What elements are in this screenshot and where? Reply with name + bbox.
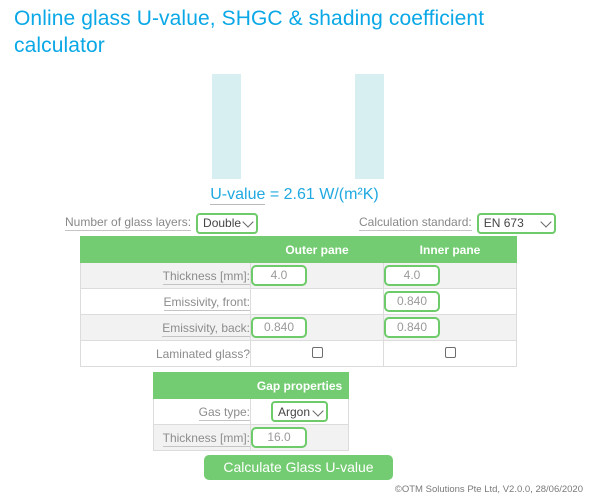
outer-emissivity-back-cell: 0.840: [250, 314, 384, 341]
glass-layers-control: Number of glass layers: Double: [65, 212, 259, 234]
chevron-down-icon: [312, 404, 324, 417]
pane-properties-table: Outer pane Inner pane Thickness [mm]: 4.…: [80, 236, 517, 367]
inner-laminated-checkbox[interactable]: [444, 346, 456, 358]
table-row: Emissivity, front: 0.840: [80, 288, 517, 315]
inner-emissivity-back-input[interactable]: 0.840: [384, 317, 440, 338]
glass-layers-label: Number of glass layers:: [65, 215, 192, 231]
gap-properties-table: Gap properties Gas type: Argon Thickness…: [153, 372, 349, 451]
row-label-gas-type: Gas type:: [153, 398, 251, 425]
gap-thickness-input[interactable]: 16.0: [251, 427, 307, 448]
table-row: Thickness [mm]: 4.0 4.0: [80, 262, 517, 289]
outer-glass-pane: [212, 74, 241, 179]
inner-glass-pane: [355, 74, 384, 179]
inner-emissivity-front-cell: 0.840: [383, 288, 517, 315]
table-row: Laminated glass?: [80, 340, 517, 367]
outer-laminated-checkbox[interactable]: [311, 346, 323, 358]
row-label-emissivity-front: Emissivity, front:: [80, 288, 251, 315]
outer-pane-header: Outer pane: [250, 236, 384, 263]
row-label-thickness: Thickness [mm]:: [80, 262, 251, 289]
calculation-standard-control: Calculation standard: EN 673: [359, 212, 556, 234]
table-row: Gas type: Argon: [153, 398, 349, 425]
chevron-down-icon: [540, 216, 552, 228]
row-label-laminated-glass: Laminated glass?: [80, 340, 251, 367]
glass-assembly-diagram: [0, 74, 589, 180]
table-row: Thickness [mm]: 16.0: [153, 424, 349, 451]
outer-thickness-input[interactable]: 4.0: [251, 265, 307, 286]
gap-properties-header: Gap properties: [250, 372, 349, 399]
glass-layers-value: Double: [203, 216, 242, 230]
chevron-down-icon: [242, 216, 254, 228]
inner-thickness-input[interactable]: 4.0: [384, 265, 440, 286]
glass-layers-select[interactable]: Double: [196, 212, 259, 234]
inner-emissivity-back-cell: 0.840: [383, 314, 517, 341]
inner-laminated-cell: [383, 340, 517, 367]
row-label-gap-thickness: Thickness [mm]:: [153, 424, 251, 451]
table-header-row: Outer pane Inner pane: [80, 236, 517, 263]
u-value-term-label: U-value: [210, 186, 266, 205]
gas-type-select[interactable]: Argon: [271, 401, 328, 422]
gap-table-corner-header: [153, 372, 251, 399]
page-title: Online glass U-value, SHGC & shading coe…: [14, 7, 485, 57]
outer-emissivity-front-cell: [250, 288, 384, 315]
gas-type-cell: Argon: [250, 398, 349, 425]
outer-emissivity-back-input[interactable]: 0.840: [251, 317, 307, 338]
u-value-result-text: = 2.61 W/(m²K): [265, 186, 379, 203]
u-value-result: U-value = 2.61 W/(m²K): [0, 186, 589, 205]
outer-laminated-cell: [250, 340, 384, 367]
table-header-row: Gap properties: [153, 372, 349, 399]
calculation-standard-value: EN 673: [483, 216, 524, 230]
calculate-u-value-button[interactable]: Calculate Glass U-value: [204, 455, 393, 480]
gas-type-value: Argon: [278, 404, 311, 419]
table-row: Emissivity, back: 0.840 0.840: [80, 314, 517, 341]
calculation-standard-select[interactable]: EN 673: [476, 212, 556, 234]
inner-pane-header: Inner pane: [383, 236, 517, 263]
top-controls-row: Number of glass layers: Double Calculati…: [0, 212, 589, 234]
inner-thickness-cell: 4.0: [383, 262, 517, 289]
calculation-standard-label: Calculation standard:: [359, 215, 472, 231]
row-label-emissivity-back: Emissivity, back:: [80, 314, 251, 341]
copyright-footer: ©OTM Solutions Pte Ltd, V2.0.0, 28/06/20…: [394, 484, 583, 495]
inner-emissivity-front-input[interactable]: 0.840: [384, 291, 440, 312]
pane-table-corner-header: [80, 236, 251, 263]
gap-thickness-cell: 16.0: [250, 424, 349, 451]
outer-thickness-cell: 4.0: [250, 262, 384, 289]
